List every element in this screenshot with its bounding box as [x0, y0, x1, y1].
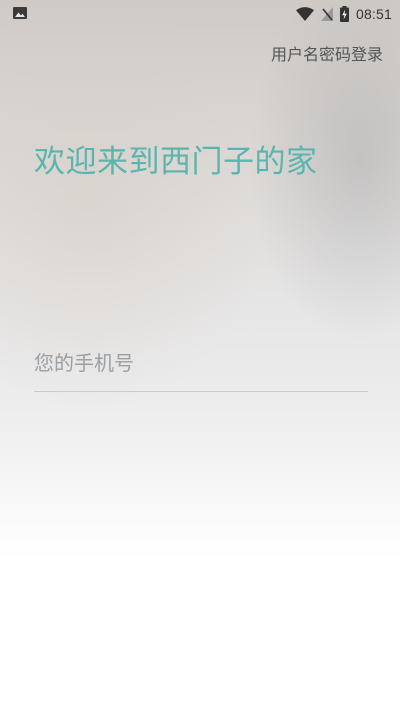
username-password-login-link[interactable]: 用户名密码登录: [271, 41, 383, 65]
login-screen: 08:51 用户名密码登录 欢迎来到西门子的家: [0, 0, 400, 711]
status-icons: 08:51: [295, 4, 392, 24]
no-signal-icon: [320, 7, 333, 21]
battery-charging-icon: [339, 6, 349, 22]
welcome-title: 欢迎来到西门子的家: [34, 144, 318, 180]
image-notification-icon: [13, 7, 27, 19]
phone-input-underline: [34, 391, 368, 392]
wifi-icon: [295, 7, 314, 21]
phone-number-input[interactable]: [34, 344, 368, 382]
status-time: 08:51: [355, 6, 392, 22]
status-bar: 08:51: [0, 0, 400, 27]
